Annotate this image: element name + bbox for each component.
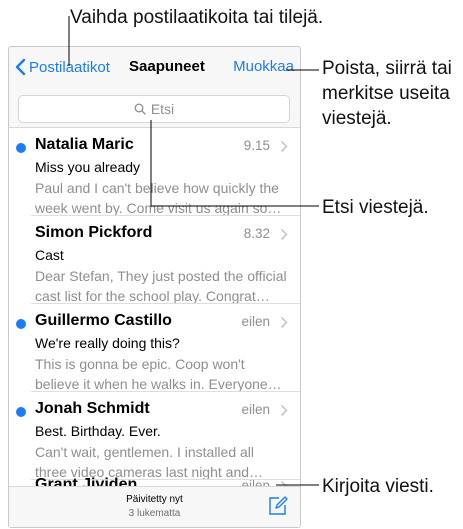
callout-lines bbox=[68, 16, 319, 486]
leader-line-search bbox=[150, 120, 319, 207]
